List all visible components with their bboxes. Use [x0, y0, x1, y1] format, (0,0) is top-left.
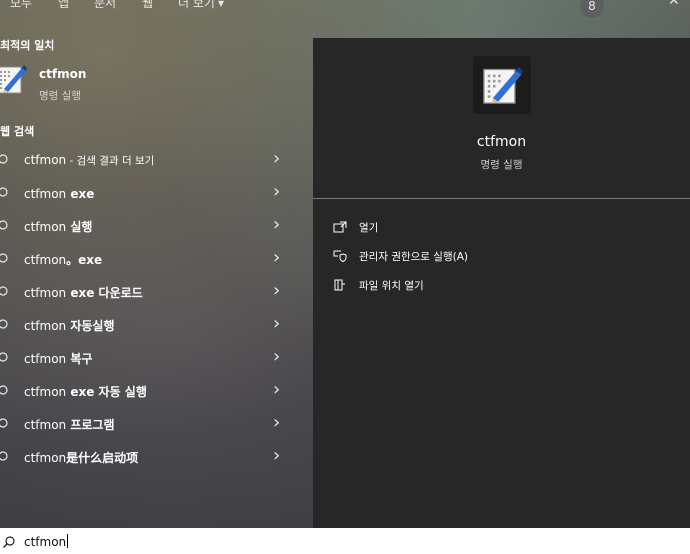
search-icon — [0, 351, 9, 368]
web-search-label: ctfmon 자동실행 — [24, 317, 115, 334]
web-search-item[interactable]: ctfmon 프로그램 › — [0, 408, 300, 441]
web-search-list: ctfmon - 검색 결과 더 보기 › ctfmon exe › ctfmon 실행… — [0, 144, 300, 474]
search-icon — [0, 417, 9, 434]
folder-location-icon — [333, 278, 349, 292]
web-search-item[interactable]: ctfmon - 검색 결과 더 보기 › — [0, 144, 300, 177]
suggestion-text: 。exe — [66, 253, 103, 267]
close-icon[interactable]: ✕ — [668, 0, 680, 9]
query-text: ctfmon — [24, 220, 67, 234]
account-avatar[interactable]: 8 — [580, 0, 604, 18]
search-icon — [0, 153, 9, 170]
tab-all[interactable]: 모두 — [10, 0, 32, 11]
suggestion-text: 실행 — [66, 220, 93, 234]
open-action[interactable]: 열기 — [333, 216, 378, 238]
best-match-heading: 최적의 일치 — [0, 39, 55, 52]
search-box[interactable]: ctfmon — [0, 528, 690, 554]
web-search-label: ctfmon 복구 — [24, 350, 92, 367]
suggestion-text: 자동실행 — [66, 319, 115, 333]
admin-shield-icon — [333, 249, 349, 263]
ctfmon-app-icon — [0, 62, 28, 100]
web-search-item[interactable]: ctfmon。exe › — [0, 243, 300, 276]
chevron-down-icon: ▾ — [217, 0, 224, 10]
preview-divider — [313, 198, 690, 199]
suggestion-text: exe 다운로드 — [66, 286, 143, 300]
results-list: 최적의 일치 ctfmon 명령 실행 웹 검색 ctfmon - 검색 결과 … — [0, 30, 300, 528]
web-search-item[interactable]: ctfmon exe › — [0, 177, 300, 210]
suggestion-text: 복구 — [66, 352, 93, 366]
web-search-item[interactable]: ctfmon exe 다운로드 › — [0, 276, 300, 309]
preview-subtitle: 명령 실행 — [480, 159, 523, 171]
web-search-label: ctfmon exe 다운로드 — [24, 284, 143, 301]
tab-documents[interactable]: 문서 — [94, 0, 116, 11]
chevron-right-icon: › — [273, 346, 281, 367]
chevron-right-icon: › — [273, 280, 281, 301]
run-as-admin-label: 관리자 권한으로 실행(A) — [359, 250, 468, 263]
web-search-heading: 웹 검색 — [0, 125, 35, 138]
web-search-item[interactable]: ctfmon是什么启动项 › — [0, 441, 300, 474]
chevron-right-icon: › — [273, 181, 281, 202]
web-search-label: ctfmon。exe — [24, 251, 102, 268]
query-text: ctfmon — [24, 286, 67, 300]
text-caret — [67, 534, 69, 548]
tab-more[interactable]: 더 보기 ▾ — [178, 0, 224, 11]
best-match-name: ctfmon — [39, 67, 87, 81]
open-icon — [333, 220, 349, 234]
suggestion-text: exe — [66, 186, 95, 201]
query-text: ctfmon — [24, 352, 67, 366]
search-icon — [2, 534, 16, 553]
query-text: ctfmon — [24, 253, 67, 267]
tab-apps[interactable]: 앱 — [58, 0, 69, 11]
chevron-right-icon: › — [273, 247, 281, 268]
web-search-item[interactable]: ctfmon 복구 › — [0, 342, 300, 375]
search-icon — [0, 219, 9, 236]
web-search-item[interactable]: ctfmon 자동실행 › — [0, 309, 300, 342]
suggestion-text: - 검색 결과 더 보기 — [66, 155, 155, 167]
query-text: ctfmon — [24, 385, 67, 399]
chevron-right-icon: › — [273, 379, 281, 400]
query-text: ctfmon — [24, 186, 67, 201]
search-icon — [0, 318, 9, 335]
search-icon — [0, 252, 9, 269]
query-text: ctfmon — [24, 418, 67, 432]
search-icon — [0, 285, 9, 302]
web-search-label: ctfmon 프로그램 — [24, 416, 115, 433]
preview-title: ctfmon — [476, 134, 527, 150]
web-search-item[interactable]: ctfmon 실행 › — [0, 210, 300, 243]
ctfmon-large-icon — [473, 56, 531, 114]
query-text: ctfmon — [24, 451, 67, 465]
tab-web[interactable]: 웹 — [142, 0, 153, 11]
best-match-item[interactable]: ctfmon 명령 실행 — [0, 58, 300, 106]
chevron-right-icon: › — [273, 148, 281, 169]
web-search-label: ctfmon - 검색 결과 더 보기 — [24, 153, 154, 168]
chevron-right-icon: › — [273, 214, 281, 235]
run-as-admin-action[interactable]: 관리자 권한으로 실행(A) — [333, 245, 468, 267]
best-match-type: 명령 실행 — [39, 90, 81, 102]
web-search-label: ctfmon 실행 — [24, 218, 92, 235]
open-file-location-action[interactable]: 파일 위치 열기 — [333, 274, 424, 296]
chevron-right-icon: › — [273, 313, 281, 334]
web-search-label: ctfmon exe — [24, 187, 94, 201]
search-icon — [0, 450, 9, 467]
web-search-item[interactable]: ctfmon exe 자동 실행 › — [0, 375, 300, 408]
query-text: ctfmon — [24, 319, 67, 333]
tab-more-label: 더 보기 — [178, 0, 215, 10]
open-action-label: 열기 — [359, 221, 379, 234]
filter-bar: 모두 앱 문서 웹 더 보기 ▾ 8 ··· ✕ — [0, 0, 690, 30]
suggestion-text: exe 자동 실행 — [66, 385, 147, 399]
search-icon — [0, 384, 9, 401]
web-search-label: ctfmon exe 자동 실행 — [24, 383, 147, 400]
chevron-right-icon: › — [273, 445, 281, 466]
suggestion-text: 프로그램 — [66, 418, 115, 432]
search-input[interactable]: ctfmon — [24, 534, 69, 549]
query-text: ctfmon — [24, 153, 67, 167]
suggestion-text: 是什么启动项 — [66, 451, 139, 465]
chevron-right-icon: › — [273, 412, 281, 433]
search-query-text: ctfmon — [24, 535, 67, 549]
search-icon — [0, 186, 9, 203]
open-file-location-label: 파일 위치 열기 — [359, 279, 424, 292]
preview-pane: ctfmon 명령 실행 열기 관리자 권한으로 실행(A) 파일 위치 열기 — [313, 38, 690, 528]
more-options-icon[interactable]: ··· — [629, 0, 645, 8]
web-search-label: ctfmon是什么启动项 — [24, 449, 138, 466]
